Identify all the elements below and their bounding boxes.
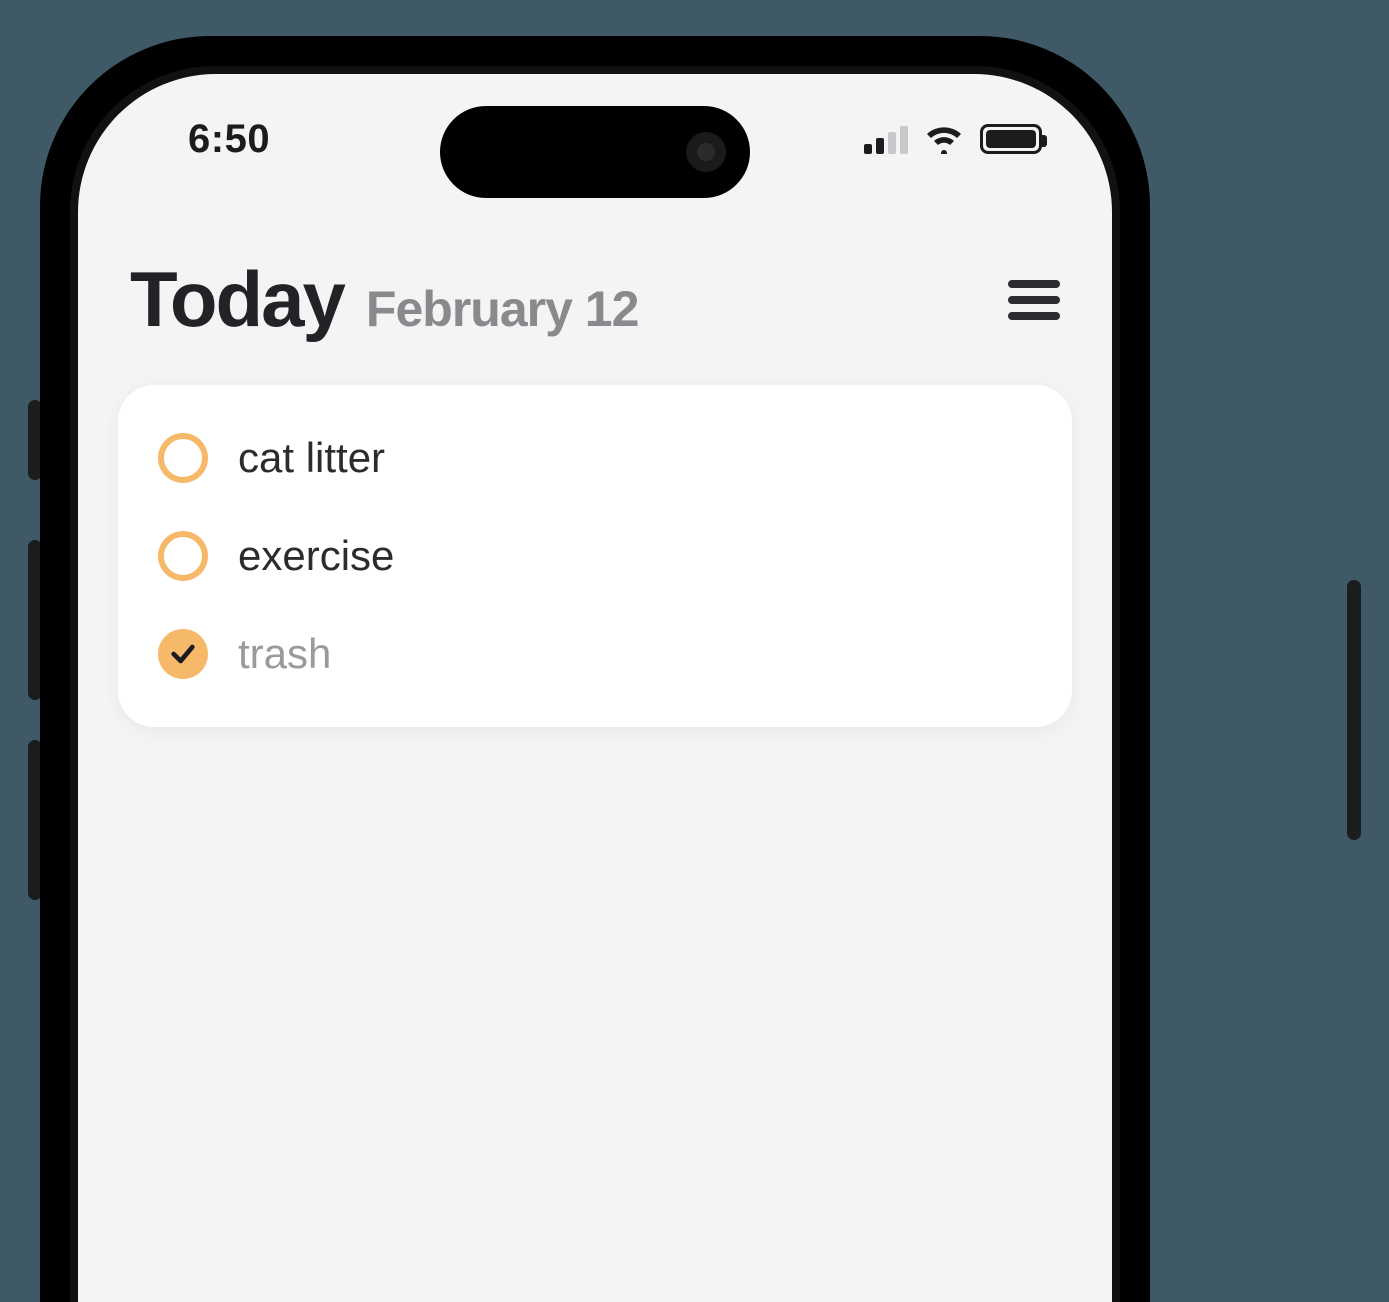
battery-icon	[980, 124, 1042, 154]
cellular-signal-icon	[864, 124, 908, 154]
phone-screen: 6:50	[78, 74, 1112, 1302]
task-row[interactable]: cat litter	[158, 409, 1032, 507]
task-label: trash	[238, 630, 331, 678]
menu-button[interactable]	[1008, 278, 1060, 322]
task-checkbox[interactable]	[158, 629, 208, 679]
checkmark-icon	[169, 640, 197, 668]
phone-frame: 6:50	[40, 36, 1150, 1302]
hamburger-icon	[1008, 280, 1060, 288]
dynamic-island	[440, 106, 750, 198]
task-checkbox[interactable]	[158, 531, 208, 581]
task-row[interactable]: exercise	[158, 507, 1032, 605]
phone-power-button	[1347, 580, 1361, 840]
page-header: Today February 12	[118, 234, 1072, 385]
page-title: Today	[130, 254, 344, 345]
task-label: cat litter	[238, 434, 385, 482]
task-label: exercise	[238, 532, 394, 580]
page-date: February 12	[366, 280, 638, 338]
task-row[interactable]: trash	[158, 605, 1032, 703]
status-time: 6:50	[188, 117, 270, 162]
task-card: cat litter exercise	[118, 385, 1072, 727]
wifi-icon	[924, 124, 964, 154]
app-content: Today February 12	[78, 234, 1112, 1302]
front-camera-icon	[686, 132, 726, 172]
task-checkbox[interactable]	[158, 433, 208, 483]
